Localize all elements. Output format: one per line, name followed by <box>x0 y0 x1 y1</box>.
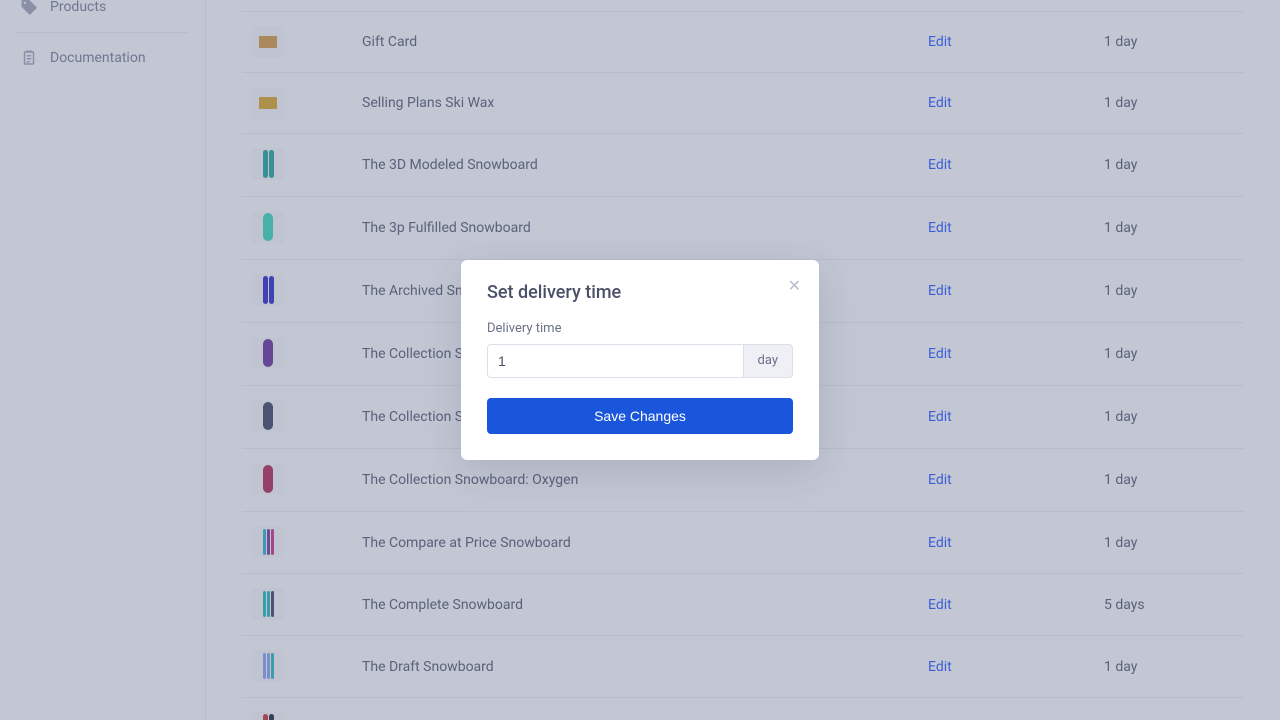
delivery-time-input[interactable] <box>487 344 743 378</box>
save-button[interactable]: Save Changes <box>487 398 793 434</box>
modal-title: Set delivery time <box>487 282 793 303</box>
input-unit-addon: day <box>743 344 793 378</box>
delivery-time-input-group: day <box>487 344 793 378</box>
field-label: Delivery time <box>487 321 793 336</box>
close-icon[interactable]: ✕ <box>788 278 801 294</box>
modal-overlay[interactable]: ✕ Set delivery time Delivery time day Sa… <box>0 0 1280 720</box>
delivery-time-modal: ✕ Set delivery time Delivery time day Sa… <box>461 260 819 460</box>
